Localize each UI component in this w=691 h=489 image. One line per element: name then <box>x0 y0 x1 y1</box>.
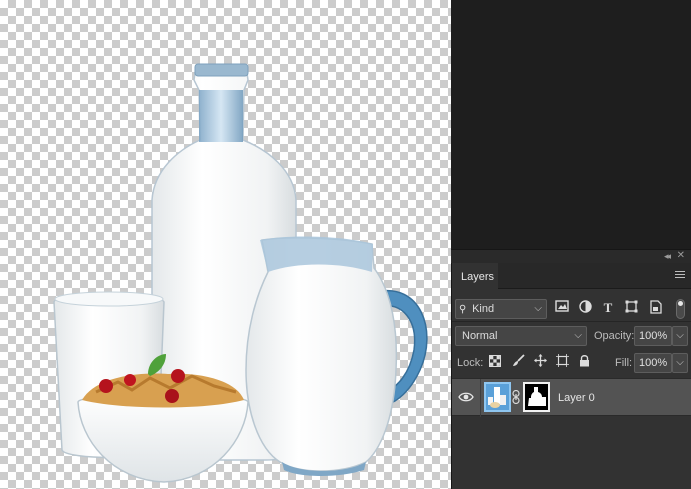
divider <box>480 379 481 417</box>
panel-tab-bar: Layers <box>452 263 691 290</box>
lock-image-pixels-icon[interactable] <box>509 354 527 372</box>
fill-label: Fill: <box>615 357 633 369</box>
fill-dropdown-button[interactable]: ⌵ <box>672 353 688 373</box>
layer-thumbnail[interactable] <box>484 382 511 412</box>
layer-row[interactable]: Layer 0 <box>452 378 691 417</box>
blend-mode-dropdown[interactable]: Normal ⌵ <box>455 326 587 346</box>
lock-all-icon[interactable] <box>575 354 593 372</box>
tab-layers[interactable]: Layers <box>452 263 498 290</box>
lock-artboard-icon[interactable] <box>553 354 571 372</box>
lock-transparent-pixels-icon[interactable] <box>486 354 504 372</box>
eye-icon[interactable] <box>458 391 474 403</box>
panel-menu-icon[interactable] <box>675 271 685 279</box>
document-canvas[interactable] <box>0 0 451 489</box>
milk-products-image <box>53 63 428 483</box>
image-filter-icon[interactable] <box>554 300 570 316</box>
filter-toggle-switch[interactable] <box>676 299 685 319</box>
adjustment-filter-icon[interactable] <box>577 300 593 316</box>
opacity-dropdown-button[interactable]: ⌵ <box>672 326 688 346</box>
panel-header-strip: ◂◂ ✕ <box>451 249 691 263</box>
filter-kind-label: Kind <box>472 303 495 315</box>
shape-filter-icon[interactable] <box>623 300 639 316</box>
layers-list-empty-area[interactable] <box>452 417 691 489</box>
link-chain-icon[interactable] <box>512 389 520 405</box>
filter-kind-dropdown[interactable]: ⚲ Kind ⌵ <box>455 299 547 319</box>
layer-mask-thumbnail[interactable] <box>523 382 550 412</box>
chevron-down-icon: ⌵ <box>574 330 582 341</box>
fill-input[interactable]: 100% <box>634 353 672 373</box>
chevron-down-icon: ⌵ <box>534 303 542 314</box>
layers-panel: Layers ⚲ Kind ⌵ T Normal ⌵ Opacity: 100%… <box>451 263 691 489</box>
opacity-label: Opacity: <box>594 330 635 342</box>
smart-object-filter-icon[interactable] <box>648 300 664 316</box>
opacity-input[interactable]: 100% <box>634 326 672 346</box>
blend-mode-value: Normal <box>462 330 498 342</box>
divider <box>452 321 691 322</box>
layer-name[interactable]: Layer 0 <box>558 392 595 404</box>
lock-position-icon[interactable] <box>531 354 549 372</box>
close-icon[interactable]: ✕ <box>677 250 685 261</box>
type-filter-icon[interactable]: T <box>600 300 616 316</box>
lock-label: Lock: <box>457 357 484 369</box>
search-icon: ⚲ <box>459 304 467 315</box>
collapse-panels-icon[interactable]: ◂◂ <box>664 251 671 262</box>
